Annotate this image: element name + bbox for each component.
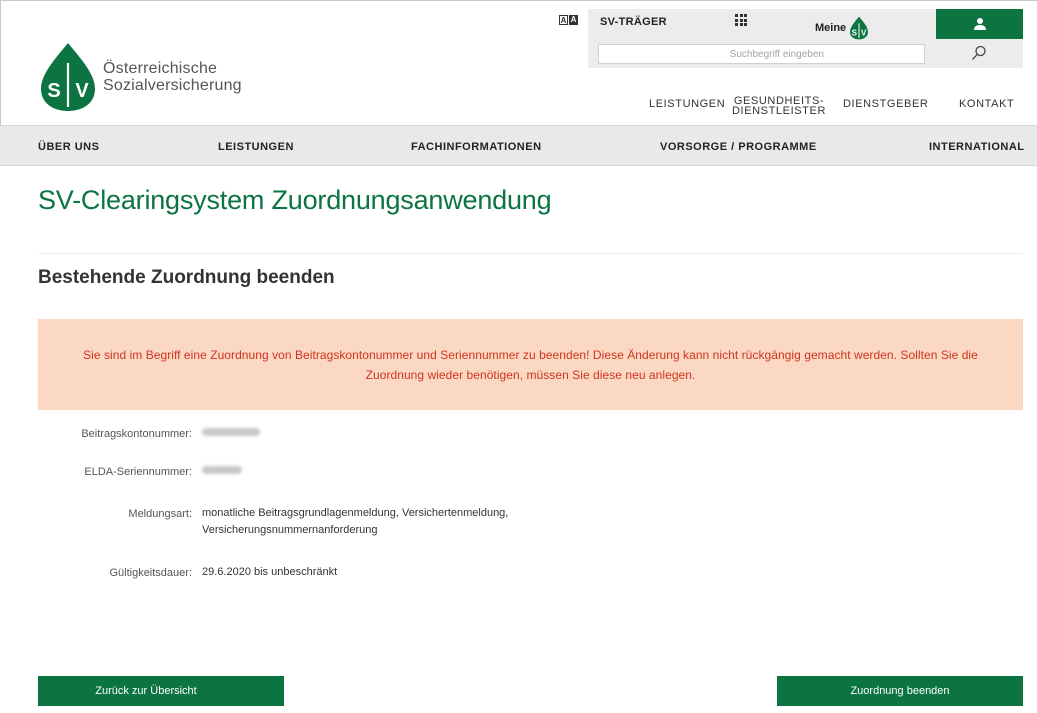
logo-line-2: Sozialversicherung [103, 77, 242, 94]
svg-text:S: S [47, 80, 60, 102]
search-input[interactable] [598, 44, 925, 64]
topnav-gesundheitsdienstleister[interactable]: GESUNDHEITS- DIENSTLEISTER [732, 96, 826, 117]
beitragskontonummer-value-redacted [202, 424, 260, 442]
main-navigation: ÜBER UNS LEISTUNGEN FACHINFORMATIONEN VO… [0, 125, 1037, 166]
meine-sv-link[interactable]: Meine S V [815, 16, 870, 40]
divider [38, 253, 1023, 254]
user-icon [973, 18, 986, 30]
svg-text:S: S [852, 28, 858, 37]
logo-wordmark: Österreichische Sozialversicherung [103, 60, 242, 94]
mainnav-fachinformationen[interactable]: FACHINFORMATIONEN [411, 141, 542, 153]
search-icon[interactable] [971, 45, 987, 66]
meldungsart-label: Meldungsart: [128, 508, 192, 520]
back-to-overview-button[interactable]: Zurück zur Übersicht [38, 676, 284, 706]
topnav-dienstgeber[interactable]: DIENSTGEBER [843, 99, 928, 110]
site-logo[interactable]: S V Österreichische Sozialversicherung [39, 41, 242, 113]
meldungsart-value: monatliche Beitragsgrundlagenmeldung, Ve… [202, 507, 509, 536]
meine-label: Meine [815, 22, 847, 34]
sv-traeger-link[interactable]: SV-TRÄGER [600, 16, 667, 28]
warning-alert: Sie sind im Begriff eine Zuordnung von B… [38, 319, 1023, 410]
mainnav-vorsorge-programme[interactable]: VORSORGE / PROGRAMME [660, 141, 817, 153]
elda-seriennummer-value-redacted [202, 462, 242, 480]
elda-seriennummer-label: ELDA-Seriennummer: [84, 466, 192, 478]
svg-text:V: V [861, 28, 867, 37]
section-title: Bestehende Zuordnung beenden [38, 267, 335, 288]
page-title: SV-Clearingsystem Zuordnungsanwendung [38, 185, 552, 215]
beitragskontonummer-label: Beitragskontonummer: [81, 428, 192, 440]
gueltigkeitsdauer-value: 29.6.2020 bis unbeschränkt [202, 566, 338, 578]
meine-sv-logo-icon: S V [850, 16, 869, 40]
sv-leaf-logo-icon: S V [41, 43, 95, 111]
warning-text: Sie sind im Begriff eine Zuordnung von B… [83, 347, 978, 382]
end-assignment-button[interactable]: Zuordnung beenden [777, 676, 1023, 706]
logo-line-1: Österreichische [103, 60, 218, 77]
mainnav-ueber-uns[interactable]: ÜBER UNS [38, 141, 99, 153]
svg-text:V: V [75, 80, 89, 102]
apps-grid-icon[interactable] [735, 14, 747, 26]
user-login-button[interactable] [936, 9, 1023, 39]
contrast-toggle-icon[interactable]: AA [559, 15, 578, 25]
page: S V Österreichische Sozialversicherung A… [0, 0, 1037, 713]
site-header: S V Österreichische Sozialversicherung A… [0, 0, 1037, 125]
mainnav-international[interactable]: INTERNATIONAL [929, 141, 1025, 153]
topnav-leistungen[interactable]: LEISTUNGEN [649, 99, 725, 110]
mainnav-leistungen[interactable]: LEISTUNGEN [218, 141, 294, 153]
topnav-kontakt[interactable]: KONTAKT [959, 99, 1014, 110]
gueltigkeitsdauer-label: Gültigkeitsdauer: [109, 567, 192, 579]
